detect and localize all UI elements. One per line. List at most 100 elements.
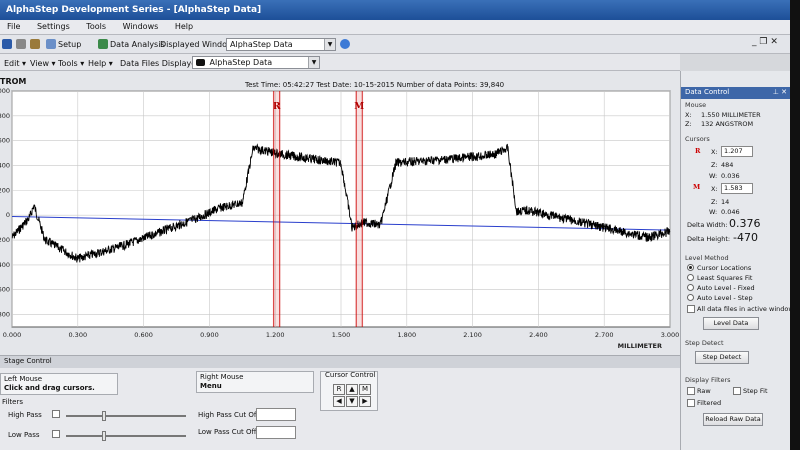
step-detect-label: Step Detect	[685, 339, 724, 347]
low-pass-cutoff-input[interactable]	[256, 426, 296, 439]
r-z-value: 484	[721, 161, 734, 169]
mouse-section-label: Mouse	[685, 101, 707, 109]
menu-windows[interactable]: Windows	[116, 20, 166, 33]
x-tick-label: 1.500	[332, 331, 351, 339]
menu-bar: File Settings Tools Windows Help	[0, 20, 800, 35]
tools-button[interactable]	[30, 38, 42, 51]
delta-height-value: -470	[733, 231, 758, 244]
minimize-icon[interactable]: _	[752, 37, 757, 47]
analysis-icon	[98, 39, 108, 49]
x-tick-label: 0.900	[200, 331, 219, 339]
m-cursor-marker: M	[693, 183, 701, 191]
slider-thumb[interactable]	[102, 431, 106, 441]
r-x-input[interactable]: 1.207	[721, 146, 753, 157]
y-tick-label: 800	[0, 112, 10, 120]
menu-tools[interactable]: Tools	[79, 20, 113, 33]
low-pass-checkbox[interactable]	[52, 430, 60, 438]
y-tick-label: 600	[0, 286, 10, 294]
setup-icon	[46, 39, 56, 49]
filters-label: Filters	[2, 398, 23, 406]
data-analysis-button[interactable]: Data Analysis	[98, 38, 165, 51]
option-auto-level-fixed: Auto Level - Fixed	[697, 284, 755, 292]
high-pass-slider[interactable]	[66, 411, 186, 421]
step-detect-button[interactable]: Step Detect	[695, 351, 749, 364]
refresh-button[interactable]	[340, 38, 352, 51]
cursor-r-button[interactable]: R	[333, 384, 345, 395]
level-data-button[interactable]: Level Data	[703, 317, 759, 330]
x-tick-label: 2.400	[529, 331, 548, 339]
test-date-value: 10-15-2015	[353, 81, 395, 89]
x-tick-label: 2.100	[463, 331, 482, 339]
save-button[interactable]	[2, 38, 14, 51]
edit-menu[interactable]: Edit ▾	[4, 57, 26, 70]
restore-icon[interactable]: ❐	[759, 37, 767, 47]
all-data-files-checkbox[interactable]	[687, 305, 695, 313]
menu-file[interactable]: File	[0, 20, 27, 33]
x-tick-label: 1.800	[397, 331, 416, 339]
y-tick-label: 400	[0, 162, 10, 170]
radio-least-squares[interactable]	[687, 274, 694, 281]
r-cursor-marker: R	[695, 147, 701, 155]
y-axis-unit: TROM	[0, 77, 27, 86]
radio-auto-level-fixed[interactable]	[687, 284, 694, 291]
app-window: AlphaStep Development Series - [AlphaSte…	[0, 0, 800, 450]
pin-icon[interactable]: ⊥ ✕	[773, 88, 787, 96]
r-z-label: Z:	[711, 161, 718, 169]
data-control-title: Data Control ⊥ ✕	[681, 87, 791, 99]
y-tick-label: 600	[0, 137, 10, 145]
delta-height-label: Delta Height:	[687, 235, 731, 243]
x-tick-label: 2.700	[595, 331, 614, 339]
filtered-label: Filtered	[697, 399, 722, 407]
high-pass-checkbox[interactable]	[52, 410, 60, 418]
radio-auto-level-step[interactable]	[687, 294, 694, 301]
display-filters-label: Display Filters	[685, 376, 731, 384]
trace-color-icon	[196, 59, 205, 66]
data-files-select[interactable]: AlphaStep Data ▼	[192, 56, 320, 69]
print-button[interactable]	[16, 38, 28, 51]
down-arrow-icon[interactable]: ▼	[346, 396, 358, 407]
help-menu[interactable]: Help ▾	[88, 57, 113, 70]
print-icon	[16, 39, 26, 49]
radio-cursor-locations[interactable]	[687, 264, 694, 271]
m-x-input[interactable]: 1.583	[721, 183, 753, 194]
mouse-x-label: X:	[685, 111, 692, 119]
low-pass-cutoff-label: Low Pass Cut Off	[198, 428, 257, 436]
y-tick-label: 200	[0, 236, 10, 244]
m-z-value: 14	[721, 198, 730, 206]
filtered-checkbox[interactable]	[687, 399, 695, 407]
low-pass-label: Low Pass	[8, 431, 40, 439]
raw-checkbox[interactable]	[687, 387, 695, 395]
close-icon[interactable]: ✕	[770, 37, 778, 47]
menu-help[interactable]: Help	[168, 20, 200, 33]
m-w-value: 0.046	[721, 208, 740, 216]
setup-button[interactable]: Setup	[46, 38, 81, 51]
left-arrow-icon[interactable]: ◀	[333, 396, 345, 407]
slider-thumb[interactable]	[102, 411, 106, 421]
window-controls: _ ❐ ✕	[752, 37, 778, 47]
r-w-value: 0.036	[721, 172, 740, 180]
chevron-down-icon: ▼	[324, 39, 335, 50]
menu-settings[interactable]: Settings	[30, 20, 77, 33]
window-title: AlphaStep Development Series - [AlphaSte…	[6, 5, 262, 15]
reload-raw-data-button[interactable]: Reload Raw Data	[703, 413, 763, 426]
displayed-windows-select[interactable]: AlphaStep Data ▼	[226, 38, 336, 51]
right-arrow-icon[interactable]: ▶	[359, 396, 371, 407]
up-arrow-icon[interactable]: ▲	[346, 384, 358, 395]
profile-chart[interactable]: 0.000 0.300 0.600 0.900 1.200 1.500 1.800 2.100…	[0, 71, 680, 355]
low-pass-slider[interactable]	[66, 431, 186, 441]
tools-menu[interactable]: Tools ▾	[58, 57, 84, 70]
data-control-title-text: Data Control	[685, 88, 730, 96]
test-time-label: Test Time:	[245, 81, 281, 89]
view-menu[interactable]: View ▾	[30, 57, 56, 70]
mouse-x-value: 1.550 MILLIMETER	[701, 111, 761, 119]
option-cursor-locations: Cursor Locations	[697, 264, 752, 272]
data-control-panel: Data Control ⊥ ✕ Mouse X: 1.550 MILLIMET…	[680, 71, 794, 450]
stage-control-title: Stage Control	[0, 356, 680, 368]
step-fit-checkbox[interactable]	[733, 387, 741, 395]
data-files-value: AlphaStep Data	[209, 58, 273, 67]
high-pass-cutoff-input[interactable]	[256, 408, 296, 421]
cursor-m-button[interactable]: M	[359, 384, 371, 395]
m-x-label: X:	[711, 185, 718, 193]
left-mouse-box: Left Mouse Click and drag cursors.	[0, 373, 118, 395]
m-w-label: W:	[709, 208, 718, 216]
